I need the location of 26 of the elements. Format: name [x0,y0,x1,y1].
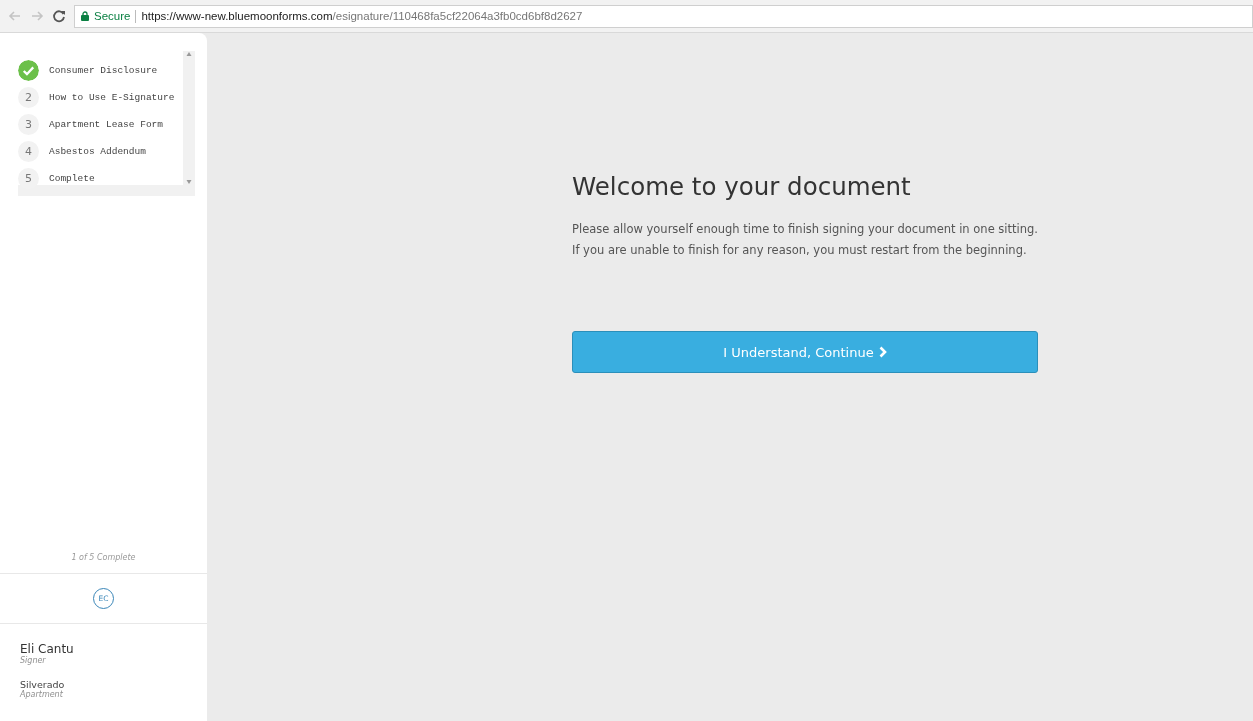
forward-icon[interactable] [30,9,44,23]
instructions-text: Please allow yourself enough time to finish signing your document in one sitting. If you are unable to finish for any reason, you must restart from the beginning. [572,221,1038,259]
page-title: Welcome to your document [572,172,912,201]
property-name: Silverado [20,679,66,690]
step-item[interactable]: 2 How to Use E-Signature [18,84,183,111]
property-type: Apartment [20,690,64,699]
back-icon[interactable] [8,9,22,23]
lock-icon [81,11,89,21]
scroll-up-icon[interactable] [186,51,192,57]
step-item[interactable]: 5 Complete [18,165,183,192]
vertical-scrollbar[interactable] [183,51,195,185]
address-bar[interactable]: Secure https://www-new.bluemoonforms.com/esignature/110468fa5cf22064a3fb0cd6bf8d2627 [74,4,1253,28]
signer-role: Signer [20,656,47,665]
url-text: https://www-new.bluemoonforms.com/esignature/110468fa5cf22064a3fb0cd6bf8d2627 [141,10,583,22]
step-number: 2 [18,87,39,108]
step-item[interactable]: Consumer Disclosure [18,57,183,84]
step-number: 4 [18,141,39,162]
signer-name: Eli Cantu [20,642,75,656]
progress-text: 1 of 5 Complete [0,553,207,574]
horizontal-scrollbar[interactable] [18,185,195,196]
chevron-right-icon [878,346,887,358]
step-number: 3 [18,114,39,135]
step-item[interactable]: 3 Apartment Lease Form [18,111,183,138]
secure-label: Secure [94,10,131,22]
reload-icon[interactable] [52,9,66,23]
step-item[interactable]: 4 Asbestos Addendum [18,138,183,165]
